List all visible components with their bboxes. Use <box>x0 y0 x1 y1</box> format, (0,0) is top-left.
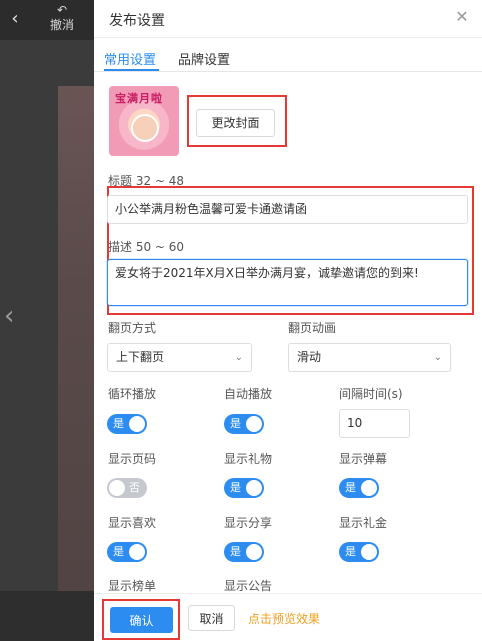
tab-brand-settings[interactable]: 品牌设置 <box>178 49 230 68</box>
close-icon[interactable]: ✕ <box>453 8 471 26</box>
loop-play-toggle[interactable]: 是 <box>107 414 147 434</box>
toggle-knob <box>246 416 262 432</box>
undo-icon: ↶ <box>56 3 68 17</box>
prev-page-icon[interactable]: ‹ <box>4 302 14 330</box>
page-anim-select[interactable]: 滑动 ⌄ <box>288 343 451 372</box>
cancel-button[interactable]: 取消 <box>188 605 235 631</box>
toggle-state-label: 是 <box>230 481 241 494</box>
toggle-knob <box>129 416 145 432</box>
toggle-state-label: 否 <box>129 481 140 494</box>
show-notice-label: 显示公告 <box>224 579 273 593</box>
toggle-knob <box>361 480 377 496</box>
show-like-label: 显示喜欢 <box>108 516 157 530</box>
undo-label: 撤消 <box>49 18 74 32</box>
toggle-knob <box>246 544 262 560</box>
change-cover-button[interactable]: 更改封面 <box>196 109 275 137</box>
editor-toolbar: ‹ ↶ 撤消 <box>0 0 94 40</box>
description-textarea[interactable]: 爱女将于2021年X月X日举办满月宴，诚挚邀请您的到来! <box>107 259 468 306</box>
cover-photo <box>131 114 159 142</box>
toggle-state-label: 是 <box>345 481 356 494</box>
page-anim-value: 滑动 <box>297 350 322 364</box>
toggle-state-label: 是 <box>113 417 124 430</box>
page-preview <box>58 86 94 591</box>
toggle-state-label: 是 <box>113 545 124 558</box>
auto-play-label: 自动播放 <box>224 387 273 401</box>
panel-footer: 确认 取消 点击预览效果 <box>94 593 482 641</box>
show-gift-label: 显示礼物 <box>224 452 273 466</box>
cover-thumbnail: 宝满月啦 <box>109 86 179 156</box>
page-turn-select[interactable]: 上下翻页 ⌄ <box>107 343 252 372</box>
toggle-knob <box>129 544 145 560</box>
desc-field-label: 描述 50 ~ 60 <box>108 240 185 254</box>
page-turn-label: 翻页方式 <box>108 321 157 335</box>
editor-footer <box>0 591 94 641</box>
show-page-no-label: 显示页码 <box>108 452 157 466</box>
panel-header: 发布设置 ✕ <box>94 0 482 38</box>
preview-link[interactable]: 点击预览效果 <box>248 610 320 627</box>
show-share-toggle[interactable]: 是 <box>224 542 264 562</box>
toggle-state-label: 是 <box>230 545 241 558</box>
toggle-knob <box>361 544 377 560</box>
undo-button[interactable]: ↶ 撤消 <box>44 3 80 37</box>
show-gift-toggle[interactable]: 是 <box>224 478 264 498</box>
toggle-knob <box>109 480 125 496</box>
show-like-toggle[interactable]: 是 <box>107 542 147 562</box>
toggle-knob <box>246 480 262 496</box>
change-cover-highlight: 更改封面 <box>187 95 287 147</box>
settings-tabs: 常用设置 品牌设置 <box>94 40 482 72</box>
show-page-no-toggle[interactable]: 否 <box>107 478 147 498</box>
chevron-left-icon[interactable]: ‹ <box>6 8 24 30</box>
show-ranking-label: 显示榜单 <box>108 579 157 593</box>
show-share-label: 显示分享 <box>224 516 273 530</box>
auto-play-toggle[interactable]: 是 <box>224 414 264 434</box>
toggle-state-label: 是 <box>345 545 356 558</box>
publish-settings-panel: 发布设置 ✕ 常用设置 品牌设置 宝满月啦 更改封面 标题 32 ~ 48 小公… <box>94 0 482 641</box>
confirm-highlight: 确认 <box>102 599 180 640</box>
show-barrage-label: 显示弹幕 <box>339 452 388 466</box>
tab-common-settings[interactable]: 常用设置 <box>104 49 156 68</box>
toggle-state-label: 是 <box>230 417 241 430</box>
show-money-toggle[interactable]: 是 <box>339 542 379 562</box>
title-input[interactable]: 小公举满月粉色温馨可爱卡通邀请函 <box>107 195 468 224</box>
show-money-label: 显示礼金 <box>339 516 388 530</box>
show-barrage-toggle[interactable]: 是 <box>339 478 379 498</box>
interval-input[interactable]: 10 <box>339 409 410 438</box>
chevron-down-icon: ⌄ <box>234 352 243 363</box>
cover-title-text: 宝满月啦 <box>115 92 163 105</box>
page-anim-label: 翻页动画 <box>288 321 337 335</box>
loop-play-label: 循环播放 <box>108 387 157 401</box>
panel-title: 发布设置 <box>109 13 165 29</box>
confirm-button[interactable]: 确认 <box>110 607 173 633</box>
interval-label: 间隔时间(s) <box>339 387 403 401</box>
page-turn-value: 上下翻页 <box>116 350 165 364</box>
active-tab-indicator <box>104 69 159 71</box>
chevron-down-icon: ⌄ <box>433 352 442 363</box>
